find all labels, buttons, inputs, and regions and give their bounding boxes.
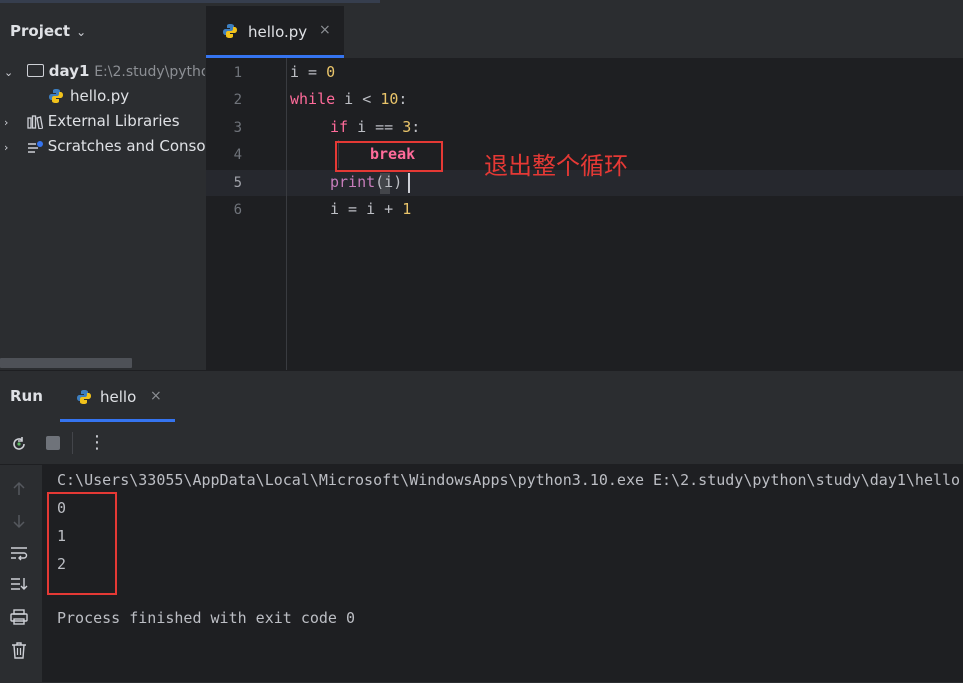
project-horizontal-scrollbar[interactable] [0,358,132,368]
code-function: print [330,173,376,191]
arrow-down-icon[interactable] [11,513,27,529]
scratches-icon [27,140,43,153]
code-text: i == [348,118,403,136]
python-file-icon [77,390,91,404]
console-line-command: C:\Users\33055\AppData\Local\Microsoft\W… [57,471,963,489]
code-text: i = i + [330,200,403,218]
run-toolbar: ⋮ [0,422,963,465]
project-panel-title[interactable]: Project ⌄ [10,22,86,40]
chevron-down-icon[interactable]: ⌄ [4,61,14,83]
code-number: 3 [402,118,412,136]
code-line-1[interactable]: i = 0 [290,63,335,81]
scroll-to-end-icon[interactable] [10,576,28,592]
code-line-3[interactable]: if i == 3: [330,118,420,136]
tab-run-hello[interactable]: hello × [60,378,175,422]
tree-item-path: E:\2.study\pytho [94,64,205,80]
print-icon[interactable] [10,609,28,625]
line-number: 5 [233,175,242,191]
tree-item-label: Scratches and Consol [47,137,205,155]
run-panel-title: Run [10,387,43,405]
code-number: 1 [402,200,412,218]
soft-wrap-icon[interactable] [10,545,28,561]
editor-tab-bar: hello.py × [206,6,963,59]
rerun-icon[interactable] [10,435,28,453]
code-text: : [398,90,408,108]
code-keyword: while [290,90,336,108]
chevron-down-icon[interactable]: ⌄ [76,25,86,39]
line-number: 3 [233,120,242,136]
tree-item-scratches[interactable]: › Scratches and Consol [0,134,205,158]
more-options-icon[interactable]: ⋮ [88,432,106,453]
console-line-exit: Process finished with exit code 0 [57,609,356,627]
annotation-text: 退出整个循环 [484,152,628,180]
library-icon [27,114,43,129]
line-number: 6 [233,202,242,218]
code-text: (i) [375,173,403,191]
close-icon[interactable]: × [150,388,162,404]
code-line-6[interactable]: i = i + 1 [330,200,411,218]
tree-item-day1[interactable]: ⌄ day1 E:\2.study\pytho [0,59,205,83]
folder-icon [26,64,44,77]
close-icon[interactable]: × [319,22,331,38]
annotation-box-break [335,141,443,172]
tab-label: hello [100,388,137,406]
arrow-up-icon[interactable] [11,481,27,497]
project-title-label: Project [10,22,71,40]
annotation-box-output [47,492,117,595]
toolbar-divider [72,432,73,454]
text-caret [408,173,410,193]
trash-icon[interactable] [11,641,27,659]
code-text: i < [335,90,381,108]
chevron-right-icon[interactable]: › [4,136,14,158]
tree-item-external-libraries[interactable]: › External Libraries [0,109,205,133]
code-line-5[interactable]: print(i) [330,173,402,191]
code-line-2[interactable]: while i < 10: [290,90,407,108]
chevron-right-icon[interactable]: › [4,111,14,133]
tree-item-label: day1 [48,62,90,80]
code-text: : [411,118,421,136]
tree-item-hello-py[interactable]: hello.py [0,84,205,108]
code-number: 0 [326,63,336,81]
code-number: 10 [380,90,399,108]
line-number: 2 [233,92,242,108]
console-output[interactable] [43,465,963,682]
tab-label: hello.py [248,23,308,41]
code-keyword: if [330,118,349,136]
line-number: 1 [233,65,242,81]
gutter-divider [286,58,287,370]
stop-icon[interactable] [46,436,60,450]
line-number: 4 [233,147,242,163]
tab-hello-py[interactable]: hello.py × [206,6,344,58]
code-text: i = [290,63,327,81]
tree-item-label: External Libraries [47,112,180,130]
tab-active-indicator [206,55,344,58]
tree-item-label: hello.py [70,87,130,105]
console-side-toolbar [0,465,43,682]
python-file-icon [49,88,63,103]
python-file-icon [223,24,237,38]
